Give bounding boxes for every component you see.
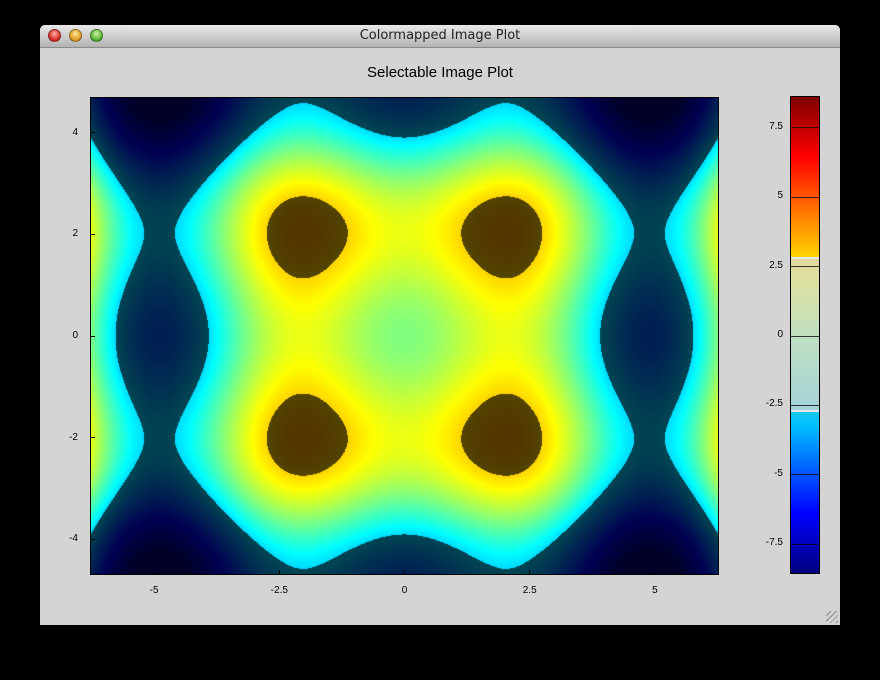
colorbar-tick-mark (791, 474, 819, 476)
x-tick-mark (278, 570, 280, 575)
y-tick-mark (90, 538, 95, 540)
x-tick-mark (529, 570, 531, 575)
colorbar-tick-mark (791, 335, 819, 337)
y-tick-mark (90, 132, 95, 134)
y-tick-label: -2 (69, 431, 78, 443)
x-tick-label: -2.5 (270, 585, 288, 596)
colorbar-tick-mark (791, 404, 819, 406)
colorbar-tick-label: 7.5 (769, 120, 783, 132)
app-window: Colormapped Image Plot Selectable Image … (40, 25, 840, 625)
y-tick-mark (90, 233, 95, 235)
colorbar-tick-label: -7.5 (765, 537, 783, 549)
y-tick-label: -4 (69, 533, 78, 545)
x-tick-label: -5 (149, 585, 159, 596)
colorbar-tick-label: 5 (777, 190, 783, 202)
colorbar[interactable] (790, 96, 820, 574)
colorbar-tick-mark (791, 127, 819, 129)
y-tick-label: 0 (72, 330, 78, 341)
x-tick-label: 5 (652, 585, 658, 596)
colorbar-tick-label: -2.5 (765, 398, 783, 410)
y-tick-mark (90, 335, 95, 337)
colorbar-tick-mark (791, 266, 819, 268)
colorbar-tick-label: -5 (774, 467, 783, 479)
x-tick-mark (404, 570, 405, 575)
y-tick-label: 2 (72, 228, 78, 240)
colorbar-tick-mark (791, 543, 819, 545)
x-tick-label: 0 (401, 585, 408, 596)
x-tick-label: 2.5 (522, 585, 537, 596)
y-tick-mark (90, 437, 95, 439)
heatmap-image[interactable] (91, 98, 718, 574)
colorbar-tick-mark (791, 196, 819, 198)
window-title: Colormapped Image Plot (359, 28, 521, 43)
image-plot[interactable] (90, 97, 719, 575)
resize-grip[interactable] (826, 611, 838, 623)
x-tick-mark (153, 570, 155, 575)
colorbar-tick-label: 2.5 (769, 259, 783, 271)
colorbar-tick-label: 0 (777, 329, 783, 340)
plot-title: Selectable Image Plot (367, 64, 513, 81)
title-bar[interactable]: Colormapped Image Plot (40, 25, 840, 48)
y-tick-label: 4 (72, 126, 78, 138)
x-tick-mark (654, 570, 656, 575)
